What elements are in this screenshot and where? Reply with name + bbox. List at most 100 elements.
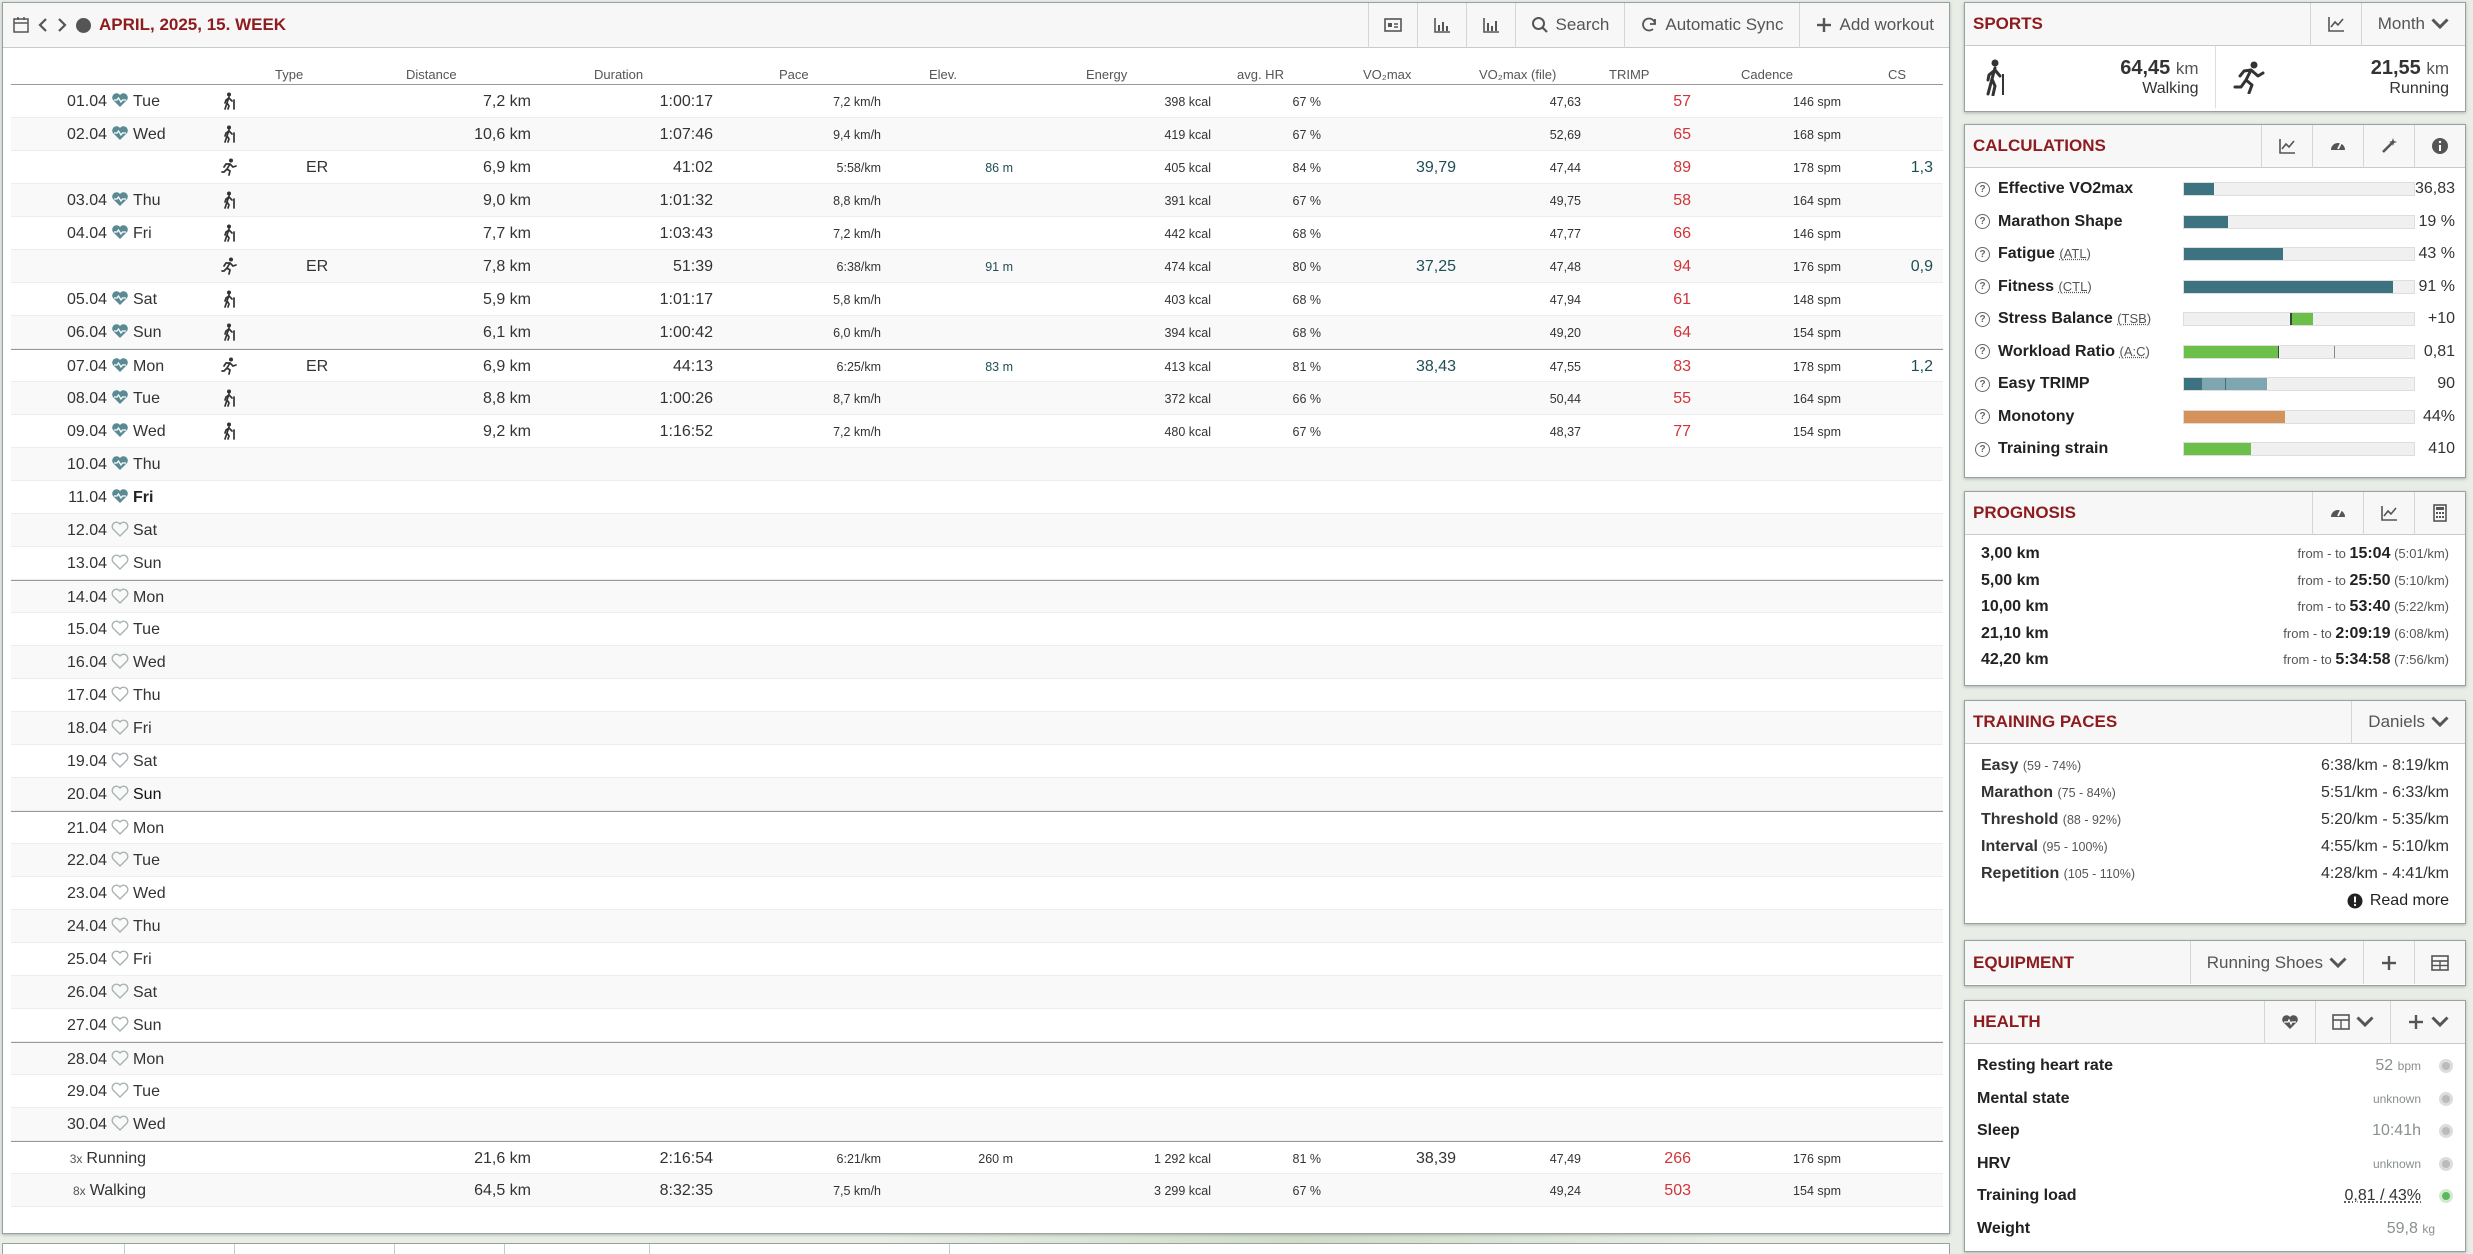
today-icon[interactable] bbox=[76, 18, 91, 33]
prognosis-row[interactable]: 42,20 km from - to 5:34:58 (7:56/km) bbox=[1965, 651, 2465, 678]
walking-icon[interactable] bbox=[221, 323, 237, 341]
table-row[interactable]: 03.04 Thu 9,0 km 1:01:32 8,8 km/h 391 kcal 67 … bbox=[11, 184, 1943, 217]
col-avg-hr[interactable]: avg. HR bbox=[1237, 67, 1284, 82]
health-row[interactable]: Resting heart rate 52 bpm bbox=[1965, 1050, 2465, 1083]
running-icon[interactable] bbox=[221, 158, 237, 176]
calc-info-button[interactable] bbox=[2414, 125, 2465, 168]
table-row[interactable]: 23.04 Wed bbox=[11, 877, 1943, 910]
prognosis-gauge-button[interactable] bbox=[2312, 492, 2363, 535]
calc-gauge-button[interactable] bbox=[2312, 125, 2363, 168]
health-add-dropdown[interactable] bbox=[2390, 1001, 2465, 1044]
sport-cell[interactable] bbox=[221, 290, 237, 313]
col-vo2max[interactable]: VO₂max bbox=[1363, 67, 1411, 82]
calc-row[interactable]: ? Fitness (CTL) 91 % bbox=[1965, 271, 2465, 304]
col-cadence[interactable]: Cadence bbox=[1741, 67, 1793, 82]
table-row[interactable]: 17.04 Thu bbox=[11, 679, 1943, 712]
walking-icon[interactable] bbox=[221, 290, 237, 308]
table-row[interactable]: 01.04 Tue 7,2 km 1:00:17 7,2 km/h 398 kcal 67 … bbox=[11, 85, 1943, 118]
calc-row[interactable]: ? Stress Balance (TSB) +10 bbox=[1965, 303, 2465, 336]
health-row[interactable]: HRV unknown bbox=[1965, 1148, 2465, 1181]
prognosis-calculator-button[interactable] bbox=[2414, 492, 2465, 535]
table-row[interactable]: 10.04 Thu bbox=[11, 448, 1943, 481]
col-pace[interactable]: Pace bbox=[779, 67, 809, 82]
sport-cell[interactable] bbox=[221, 422, 237, 445]
sport-cell[interactable] bbox=[221, 191, 237, 214]
walking-icon[interactable] bbox=[221, 224, 237, 242]
col-distance[interactable]: Distance bbox=[406, 67, 457, 82]
walking-icon[interactable] bbox=[221, 422, 237, 440]
table-row[interactable]: 07.04 Mon ER 6,9 km 44:13 6:25/km 83 m 413 kcal… bbox=[11, 349, 1943, 382]
calc-row[interactable]: ? Workload Ratio (A:C) 0,81 bbox=[1965, 336, 2465, 369]
table-row[interactable]: 18.04 Fri bbox=[11, 712, 1943, 745]
sport-cell[interactable] bbox=[221, 257, 237, 280]
table-row[interactable]: 09.04 Wed 9,2 km 1:16:52 7,2 km/h 480 kcal 67 … bbox=[11, 415, 1943, 448]
col-type[interactable]: Type bbox=[275, 67, 303, 82]
health-row[interactable]: Sleep 10:41h bbox=[1965, 1115, 2465, 1148]
calc-row[interactable]: ? Marathon Shape 19 % bbox=[1965, 206, 2465, 239]
table-row[interactable]: 14.04 Mon bbox=[11, 580, 1943, 613]
table-row[interactable]: ER 7,8 km 51:39 6:38/km 91 m 474 kcal 80 % 37,2… bbox=[11, 250, 1943, 283]
help-icon[interactable]: ? bbox=[1975, 214, 1990, 229]
sport-walking[interactable]: 64,45 km Walking bbox=[1965, 46, 2216, 108]
search-button[interactable]: Search bbox=[1515, 3, 1625, 48]
col-cs[interactable]: CS bbox=[1888, 67, 1906, 82]
calc-row[interactable]: ? Effective VO2max 36,83 bbox=[1965, 173, 2465, 206]
sport-cell[interactable] bbox=[221, 92, 237, 115]
help-icon[interactable]: ? bbox=[1975, 442, 1990, 457]
health-table-dropdown[interactable] bbox=[2315, 1001, 2390, 1044]
col-elevation[interactable]: Elev. bbox=[929, 67, 957, 82]
stats-view-button[interactable] bbox=[1466, 3, 1515, 48]
table-row[interactable]: 12.04 Sat bbox=[11, 514, 1943, 547]
table-row[interactable]: 13.04 Sun bbox=[11, 547, 1943, 580]
calc-chart-button[interactable] bbox=[2261, 125, 2312, 168]
automatic-sync-button[interactable]: Automatic Sync bbox=[1624, 3, 1798, 48]
table-row[interactable]: 28.04 Mon bbox=[11, 1042, 1943, 1075]
table-row[interactable]: 21.04 Mon bbox=[11, 811, 1943, 844]
prognosis-row[interactable]: 21,10 km from - to 2:09:19 (6:08/km) bbox=[1965, 625, 2465, 652]
sport-cell[interactable] bbox=[221, 224, 237, 247]
calc-row[interactable]: ? Training strain 410 bbox=[1965, 433, 2465, 466]
table-row[interactable]: 05.04 Sat 5,9 km 1:01:17 5,8 km/h 403 kcal 68 … bbox=[11, 283, 1943, 316]
help-icon[interactable]: ? bbox=[1975, 377, 1990, 392]
equipment-add-button[interactable] bbox=[2363, 941, 2414, 984]
read-more-link[interactable]: Read more bbox=[1965, 887, 2465, 915]
health-row[interactable]: Training load 0,81 / 43% bbox=[1965, 1180, 2465, 1213]
col-duration[interactable]: Duration bbox=[594, 67, 643, 82]
sport-cell[interactable] bbox=[221, 389, 237, 412]
running-icon[interactable] bbox=[221, 257, 237, 275]
col-trimp[interactable]: TRIMP bbox=[1609, 67, 1649, 82]
calc-row[interactable]: ? Fatigue (ATL) 43 % bbox=[1965, 238, 2465, 271]
chart-view-button[interactable] bbox=[1417, 3, 1466, 48]
table-row[interactable]: 30.04 Wed bbox=[11, 1108, 1943, 1141]
calc-row[interactable]: ? Monotony 44% bbox=[1965, 401, 2465, 434]
table-row[interactable]: 06.04 Sun 6,1 km 1:00:42 6,0 km/h 394 kcal 68 … bbox=[11, 316, 1943, 349]
table-row[interactable]: 16.04 Wed bbox=[11, 646, 1943, 679]
table-row[interactable]: 24.04 Thu bbox=[11, 910, 1943, 943]
walking-icon[interactable] bbox=[221, 191, 237, 209]
help-icon[interactable]: ? bbox=[1975, 312, 1990, 327]
health-row[interactable]: Mental state unknown bbox=[1965, 1083, 2465, 1116]
sport-cell[interactable] bbox=[221, 323, 237, 346]
col-energy[interactable]: Energy bbox=[1086, 67, 1127, 82]
walking-icon[interactable] bbox=[221, 125, 237, 143]
table-row[interactable]: 19.04 Sat bbox=[11, 745, 1943, 778]
equipment-table-button[interactable] bbox=[2414, 941, 2465, 984]
list-view-button[interactable] bbox=[1368, 3, 1417, 48]
table-row[interactable]: 08.04 Tue 8,8 km 1:00:26 8,7 km/h 372 kcal 66 … bbox=[11, 382, 1943, 415]
help-icon[interactable]: ? bbox=[1975, 182, 1990, 197]
table-row[interactable]: 20.04 Sun bbox=[11, 778, 1943, 811]
sport-running[interactable]: 21,55 km Running bbox=[2216, 46, 2466, 108]
table-row[interactable]: 15.04 Tue bbox=[11, 613, 1943, 646]
table-row[interactable]: 27.04 Sun bbox=[11, 1009, 1943, 1042]
col-vo2max-file[interactable]: VO₂max (file) bbox=[1479, 67, 1556, 82]
walking-icon[interactable] bbox=[221, 92, 237, 110]
running-icon[interactable] bbox=[221, 357, 237, 375]
table-row[interactable]: 04.04 Fri 7,7 km 1:03:43 7,2 km/h 442 kcal 68 … bbox=[11, 217, 1943, 250]
calendar-icon[interactable] bbox=[13, 17, 29, 33]
calc-magic-button[interactable] bbox=[2363, 125, 2414, 168]
sport-cell[interactable] bbox=[221, 125, 237, 148]
health-row[interactable]: Weight 59,8 kg bbox=[1965, 1213, 2465, 1246]
chevron-right-icon[interactable] bbox=[57, 17, 67, 33]
prognosis-row[interactable]: 3,00 km from - to 15:04 (5:01/km) bbox=[1965, 545, 2465, 572]
health-heart-button[interactable] bbox=[2264, 1001, 2315, 1044]
